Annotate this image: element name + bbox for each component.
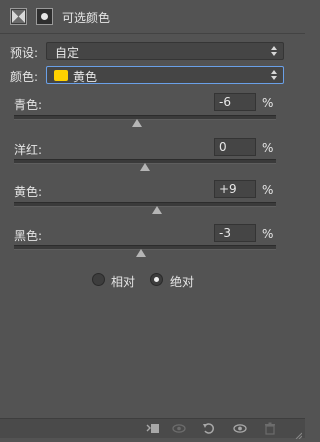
trash-icon[interactable] bbox=[263, 422, 277, 435]
cyan-input[interactable]: -6 bbox=[214, 93, 256, 111]
color-swatch bbox=[54, 70, 68, 81]
colors-value: 黄色 bbox=[73, 70, 98, 84]
updown-arrows-icon bbox=[270, 68, 278, 82]
cyan-slider-track[interactable] bbox=[14, 115, 276, 120]
magenta-input[interactable]: 0 bbox=[214, 138, 256, 156]
cyan-slider-thumb[interactable] bbox=[132, 119, 143, 127]
layer-mask-icon[interactable] bbox=[36, 8, 53, 25]
panel-title: 可选颜色 bbox=[62, 11, 111, 25]
black-input[interactable]: -3 bbox=[214, 224, 256, 242]
adjustment-layer-icon[interactable] bbox=[10, 8, 27, 25]
preset-value: 自定 bbox=[55, 46, 80, 60]
magenta-slider-thumb[interactable] bbox=[140, 163, 150, 171]
clip-to-layer-icon[interactable] bbox=[146, 422, 160, 435]
panel-header: 可选颜色 bbox=[0, 0, 305, 34]
yellow-label: 黄色: bbox=[14, 185, 43, 199]
absolute-radio[interactable] bbox=[150, 273, 163, 286]
black-percent: % bbox=[262, 227, 274, 241]
reset-icon[interactable] bbox=[202, 422, 216, 435]
preset-label: 预设: bbox=[10, 46, 39, 60]
yellow-percent: % bbox=[262, 183, 274, 197]
selective-color-panel: 可选颜色 预设: 自定 颜色: 黄色 青色: -6 % 洋红: 0 % 黄色: … bbox=[0, 0, 305, 440]
relative-label: 相对 bbox=[111, 275, 136, 289]
visibility-eye-icon[interactable] bbox=[233, 422, 247, 435]
header-divider bbox=[0, 33, 305, 34]
cyan-percent: % bbox=[262, 96, 274, 110]
magenta-label: 洋红: bbox=[14, 143, 43, 157]
eye-preview-icon[interactable] bbox=[172, 422, 186, 435]
yellow-slider-track[interactable] bbox=[14, 202, 276, 207]
resize-grip-icon[interactable] bbox=[294, 428, 303, 440]
updown-arrows-icon bbox=[270, 44, 278, 58]
colors-label: 颜色: bbox=[10, 70, 39, 84]
yellow-input[interactable]: +9 bbox=[214, 180, 256, 198]
magenta-percent: % bbox=[262, 141, 274, 155]
yellow-slider-thumb[interactable] bbox=[151, 206, 162, 214]
black-slider-thumb[interactable] bbox=[136, 249, 147, 257]
relative-radio[interactable] bbox=[92, 273, 105, 286]
panel-toolbar bbox=[0, 418, 305, 440]
colors-select[interactable]: 黄色 bbox=[46, 66, 284, 84]
black-label: 黑色: bbox=[14, 229, 43, 243]
absolute-label: 绝对 bbox=[170, 275, 195, 289]
preset-select[interactable]: 自定 bbox=[46, 42, 284, 60]
cyan-label: 青色: bbox=[14, 98, 43, 112]
